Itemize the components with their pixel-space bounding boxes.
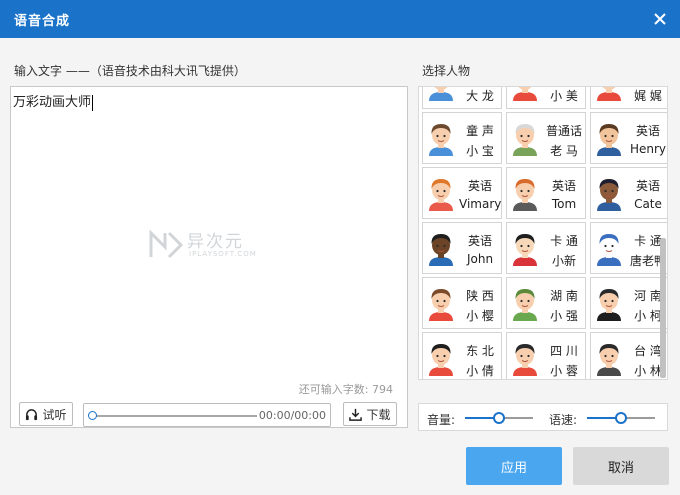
volume-slider-handle[interactable] <box>493 412 505 424</box>
girl-pigtails-avatar <box>510 340 540 376</box>
input-section-label: 输入文字 ——（语音技术由科大讯飞提供） <box>14 64 246 78</box>
character-card[interactable]: 湖 南小 强 <box>506 277 586 329</box>
old-man-glasses-avatar <box>510 120 540 156</box>
progress-track[interactable] <box>92 415 257 417</box>
preview-button[interactable]: 试听 <box>19 402 73 426</box>
character-card[interactable]: 英语 John <box>422 222 502 274</box>
character-name: 小 倩 <box>466 364 494 378</box>
character-name: 小 宝 <box>466 144 494 158</box>
watermark-brand: 异次元 <box>187 232 244 252</box>
character-voice-type: 东 北 <box>466 344 494 358</box>
speed-slider-handle[interactable] <box>615 412 627 424</box>
cartoon-boy-avatar <box>510 230 540 266</box>
character-card[interactable]: 陕 西小 樱 <box>422 277 502 329</box>
girl-red-avatar <box>510 87 540 101</box>
text-caret <box>92 94 94 111</box>
character-card[interactable]: 河 南小 柯 <box>590 277 667 329</box>
character-name: Tom <box>551 197 577 211</box>
playback-time: 00:00/00:00 <box>258 409 326 422</box>
character-card[interactable]: 东 北小 倩 <box>422 332 502 379</box>
speed-label: 语速: <box>549 413 578 427</box>
input-text[interactable]: 万彩动画大师 <box>13 91 94 111</box>
character-name: 大 龙 <box>466 89 494 103</box>
scrollbar[interactable] <box>660 88 666 378</box>
woman-dark-avatar <box>594 175 624 211</box>
character-name: 小 樱 <box>466 309 494 323</box>
scrollbar-thumb[interactable] <box>660 238 666 378</box>
close-icon[interactable] <box>648 7 672 31</box>
watermark: 异次元 IPLAYSOFT.COM <box>149 227 279 267</box>
character-card[interactable]: 英语 Tom <box>506 167 586 219</box>
character-card[interactable]: 英语 Vimary <box>422 167 502 219</box>
bearded-man-avatar <box>594 120 624 156</box>
character-voice-type: 普通话 <box>545 124 582 138</box>
character-voice-type: 英语 <box>467 234 492 248</box>
character-card[interactable]: 粤 语小 美 <box>506 87 586 109</box>
boy-cap-avatar <box>510 285 540 321</box>
girl-brown-avatar <box>594 87 624 101</box>
character-card[interactable]: 英语 Cate <box>590 167 667 219</box>
character-section-label: 选择人物 <box>422 64 471 78</box>
boy-bowtie-avatar <box>594 285 624 321</box>
character-card[interactable]: 卡 通小新 <box>506 222 586 274</box>
download-button[interactable]: 下载 <box>343 402 397 426</box>
title-bar: 语音合成 <box>0 0 680 38</box>
window-title: 语音合成 <box>14 14 71 29</box>
character-card[interactable]: 卡 通唐老鸭 <box>590 222 667 274</box>
watermark-subtitle: IPLAYSOFT.COM <box>189 250 257 258</box>
watermark-logo-icon <box>149 229 183 259</box>
character-name: 小新 <box>551 254 576 268</box>
character-card[interactable]: 台 湾小 林 <box>590 332 667 379</box>
girl-bun-avatar <box>426 285 456 321</box>
character-card[interactable]: 粤 语大 龙 <box>422 87 502 109</box>
character-card[interactable]: 童 声娓 娓 <box>590 87 667 109</box>
voice-controls: 音量: 语速: <box>418 403 668 431</box>
apply-button[interactable]: 应用 <box>466 447 562 485</box>
character-card[interactable]: 英语 Henry <box>590 112 667 164</box>
character-list: 粤 语大 龙 粤 语小 美 童 声娓 娓 童 声小 宝 普通话老 马 <box>418 86 668 380</box>
character-card[interactable]: 童 声小 宝 <box>422 112 502 164</box>
boy-blonde-avatar <box>426 87 456 101</box>
preview-button-label: 试听 <box>42 407 67 422</box>
woman-red-hair-avatar <box>426 175 456 211</box>
character-voice-type: 四 川 <box>550 344 578 358</box>
text-input-area[interactable]: 万彩动画大师 异次元 IPLAYSOFT.COM 还可输入字数: 794 试听 … <box>10 86 408 428</box>
character-name: John <box>466 252 494 266</box>
character-name: 小 蓉 <box>550 364 578 378</box>
remaining-char-count: 还可输入字数: 794 <box>298 383 393 396</box>
character-name: Vimary <box>459 197 502 211</box>
boy-orange-avatar <box>510 175 540 211</box>
character-voice-type: 童 声 <box>466 124 494 138</box>
boy-brown-avatar <box>426 120 456 156</box>
audio-player: 00:00/00:00 <box>83 403 331 427</box>
character-voice-type: 湖 南 <box>550 289 578 303</box>
girl-long-hair-avatar <box>594 340 624 376</box>
cancel-button[interactable]: 取消 <box>573 447 669 485</box>
character-card[interactable]: 四 川小 蓉 <box>506 332 586 379</box>
cartoon-duck-avatar <box>594 230 624 266</box>
speed-slider[interactable] <box>587 412 655 424</box>
character-name: 小 美 <box>550 89 578 103</box>
headphones-icon <box>26 408 38 420</box>
girl-black-hair-avatar <box>426 340 456 376</box>
character-voice-type: 英语 <box>467 179 492 193</box>
character-card[interactable]: 普通话老 马 <box>506 112 586 164</box>
character-name: 小 强 <box>550 309 578 323</box>
download-icon <box>349 408 363 421</box>
character-voice-type: 卡 通 <box>550 234 578 248</box>
character-name: 老 马 <box>550 144 578 158</box>
character-voice-type: 英语 <box>551 179 576 193</box>
character-voice-type: 陕 西 <box>466 289 494 303</box>
man-dark-avatar <box>426 230 456 266</box>
volume-label: 音量: <box>427 413 456 427</box>
progress-knob[interactable] <box>88 411 97 420</box>
volume-slider[interactable] <box>465 412 533 424</box>
download-button-label: 下载 <box>366 407 391 422</box>
